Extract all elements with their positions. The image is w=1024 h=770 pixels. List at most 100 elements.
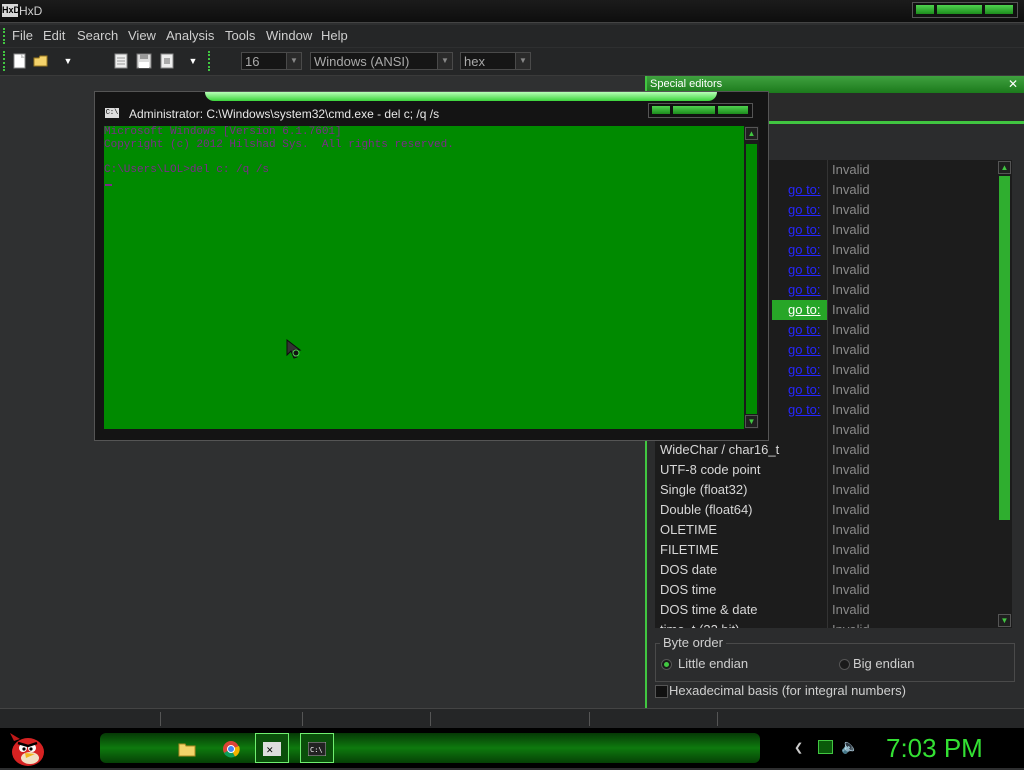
inspector-row[interactable]: FILETIME Invalid bbox=[655, 540, 997, 560]
inspector-row-value[interactable]: Invalid bbox=[832, 302, 870, 317]
goto-link[interactable]: go to: bbox=[788, 342, 821, 357]
scroll-down-icon[interactable]: ▼ bbox=[745, 415, 758, 428]
big-endian-label[interactable]: Big endian bbox=[853, 656, 914, 671]
cmd-minimize-button[interactable] bbox=[652, 106, 670, 114]
chevron-left-icon[interactable]: ❮ bbox=[794, 741, 803, 754]
console-output[interactable]: Microsoft Windows [Version 6.1.7601] Cop… bbox=[104, 126, 744, 429]
inspector-row[interactable]: DOS time & date Invalid bbox=[655, 600, 997, 620]
taskbar-clock[interactable]: 7:03 PM bbox=[886, 733, 983, 764]
scroll-up-icon[interactable]: ▲ bbox=[745, 127, 758, 140]
inspector-row-value[interactable]: Invalid bbox=[832, 482, 870, 497]
goto-link[interactable]: go to: bbox=[788, 362, 821, 377]
network-icon[interactable] bbox=[818, 740, 833, 754]
inspector-row-value[interactable]: Invalid bbox=[832, 202, 870, 217]
inspector-row-value[interactable]: Invalid bbox=[832, 542, 870, 557]
dropdown-arrow-icon[interactable]: ▼ bbox=[185, 53, 201, 69]
cmd-maximize-button[interactable] bbox=[673, 106, 715, 114]
cmd-icon[interactable]: C:\ bbox=[300, 733, 334, 763]
speaker-icon[interactable]: 🔈 bbox=[841, 738, 858, 755]
inspector-row-value[interactable]: Invalid bbox=[832, 522, 870, 537]
charset-select[interactable]: Windows (ANSI) ▼ bbox=[310, 52, 453, 70]
page-icon[interactable] bbox=[159, 53, 175, 69]
close-button[interactable] bbox=[985, 5, 1013, 14]
bytes-per-row-select[interactable]: 16 ▼ bbox=[241, 52, 302, 70]
column-divider bbox=[827, 520, 828, 540]
inspector-row-value[interactable]: Invalid bbox=[832, 162, 870, 177]
hxd-icon[interactable]: ✕ bbox=[255, 733, 289, 763]
goto-link[interactable]: go to: bbox=[788, 322, 821, 337]
hex-basis-label[interactable]: Hexadecimal basis (for integral numbers) bbox=[669, 683, 906, 698]
inspector-row-value[interactable]: Invalid bbox=[832, 442, 870, 457]
close-icon[interactable]: ✕ bbox=[1008, 77, 1018, 91]
little-endian-label[interactable]: Little endian bbox=[678, 656, 748, 671]
new-file-icon[interactable] bbox=[12, 53, 28, 69]
inspector-row-value[interactable]: Invalid bbox=[832, 582, 870, 597]
goto-link[interactable]: go to: bbox=[788, 202, 821, 217]
console-scroll-thumb[interactable] bbox=[746, 144, 757, 414]
goto-link[interactable]: go to: bbox=[788, 282, 821, 297]
inspector-row[interactable]: WideChar / char16_t Invalid bbox=[655, 440, 997, 460]
scroll-up-icon[interactable]: ▲ bbox=[998, 161, 1011, 174]
dropdown-arrow-icon[interactable]: ▼ bbox=[60, 53, 76, 69]
inspector-row-value[interactable]: Invalid bbox=[832, 622, 870, 628]
chevron-down-icon[interactable]: ▼ bbox=[515, 53, 530, 69]
goto-link[interactable]: go to: bbox=[788, 242, 821, 257]
goto-link[interactable]: go to: bbox=[788, 222, 821, 237]
scroll-down-icon[interactable]: ▼ bbox=[998, 614, 1011, 627]
inspector-row-value[interactable]: Invalid bbox=[832, 602, 870, 617]
cmd-window[interactable]: C:\ Administrator: C:\Windows\system32\c… bbox=[94, 91, 769, 441]
folder-icon[interactable] bbox=[170, 733, 204, 763]
big-endian-radio[interactable] bbox=[839, 659, 850, 670]
inspector-row[interactable]: Double (float64) Invalid bbox=[655, 500, 997, 520]
inspector-row[interactable]: DOS time Invalid bbox=[655, 580, 997, 600]
menu-bar: File Edit Search View Analysis Tools Win… bbox=[0, 25, 1024, 47]
inspector-row-value[interactable]: Invalid bbox=[832, 262, 870, 277]
maximize-button[interactable] bbox=[937, 5, 982, 14]
inspector-row-value[interactable]: Invalid bbox=[832, 402, 870, 417]
inspector-row-value[interactable]: Invalid bbox=[832, 222, 870, 237]
goto-link[interactable]: go to: bbox=[788, 262, 821, 277]
inspector-row[interactable]: Single (float32) Invalid bbox=[655, 480, 997, 500]
inspector-row[interactable]: UTF-8 code point Invalid bbox=[655, 460, 997, 480]
goto-link[interactable]: go to: bbox=[788, 402, 821, 417]
goto-link[interactable]: go to: bbox=[788, 382, 821, 397]
inspector-row[interactable]: time_t (32 bit) Invalid bbox=[655, 620, 997, 628]
offset-base-select[interactable]: hex ▼ bbox=[460, 52, 531, 70]
menu-analysis[interactable]: Analysis bbox=[166, 28, 214, 43]
disk-icon[interactable] bbox=[136, 53, 152, 69]
chevron-down-icon[interactable]: ▼ bbox=[286, 53, 301, 69]
goto-link[interactable]: go to: bbox=[788, 302, 821, 317]
chevron-down-icon[interactable]: ▼ bbox=[437, 53, 452, 69]
little-endian-radio[interactable] bbox=[661, 659, 672, 670]
menu-search[interactable]: Search bbox=[77, 28, 118, 43]
inspector-row[interactable]: OLETIME Invalid bbox=[655, 520, 997, 540]
inspector-row-value[interactable]: Invalid bbox=[832, 382, 870, 397]
inspector-row-label: DOS time bbox=[660, 582, 717, 597]
menu-file[interactable]: File bbox=[12, 28, 33, 43]
inspector-row-value[interactable]: Invalid bbox=[832, 362, 870, 377]
menu-view[interactable]: View bbox=[128, 28, 156, 43]
page-icon[interactable] bbox=[113, 53, 129, 69]
open-folder-icon[interactable] bbox=[33, 53, 49, 69]
goto-link[interactable]: go to: bbox=[788, 182, 821, 197]
inspector-row-value[interactable]: Invalid bbox=[832, 342, 870, 357]
inspector-row-value[interactable]: Invalid bbox=[832, 182, 870, 197]
menu-help[interactable]: Help bbox=[321, 28, 348, 43]
chrome-icon[interactable] bbox=[214, 733, 248, 763]
hex-basis-checkbox[interactable] bbox=[655, 685, 668, 698]
inspector-row-value[interactable]: Invalid bbox=[832, 562, 870, 577]
start-button-angry-bird-icon[interactable] bbox=[8, 731, 46, 767]
grid-scroll-thumb[interactable] bbox=[999, 176, 1010, 520]
inspector-row-value[interactable]: Invalid bbox=[832, 322, 870, 337]
inspector-row-value[interactable]: Invalid bbox=[832, 242, 870, 257]
inspector-row-value[interactable]: Invalid bbox=[832, 502, 870, 517]
inspector-row-value[interactable]: Invalid bbox=[832, 282, 870, 297]
menu-tools[interactable]: Tools bbox=[225, 28, 255, 43]
inspector-row-value[interactable]: Invalid bbox=[832, 422, 870, 437]
minimize-button[interactable] bbox=[916, 5, 934, 14]
cmd-close-button[interactable] bbox=[718, 106, 748, 114]
inspector-row-value[interactable]: Invalid bbox=[832, 462, 870, 477]
menu-edit[interactable]: Edit bbox=[43, 28, 65, 43]
menu-window[interactable]: Window bbox=[266, 28, 312, 43]
inspector-row[interactable]: DOS date Invalid bbox=[655, 560, 997, 580]
